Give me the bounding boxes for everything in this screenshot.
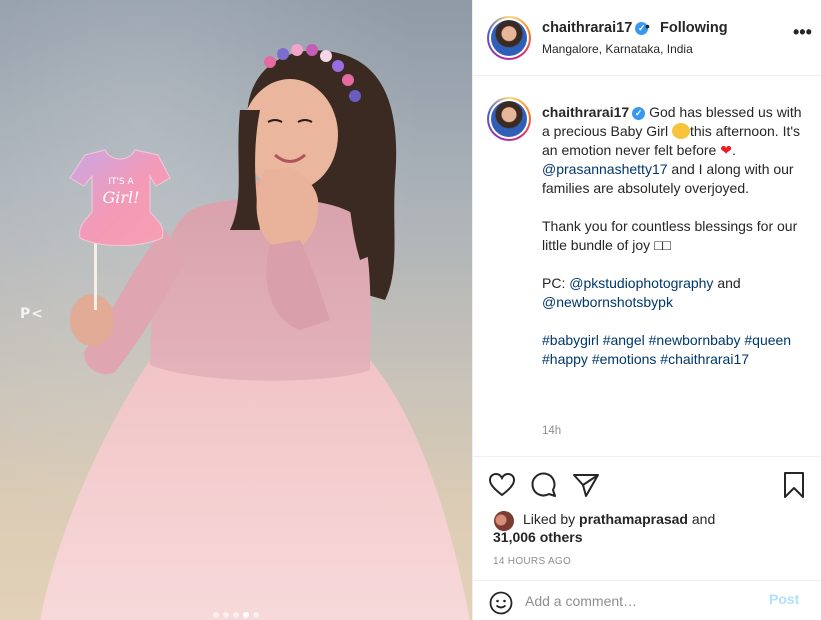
comment-bar: Post — [473, 580, 821, 620]
instagram-post: IT'S A Girl! P< chaithrarai17 ✓ • Followi… — [0, 0, 821, 620]
liked-by-label: Liked by — [523, 511, 576, 527]
liker-username-link[interactable]: prathamaprasad — [579, 511, 688, 527]
and-label: and — [691, 511, 716, 527]
post-photo[interactable]: IT'S A Girl! P< — [0, 0, 472, 620]
post-caption: chaithrarai17 ✓ God has blessed us with a… — [542, 103, 812, 369]
onesie-text-1: IT'S A — [108, 177, 134, 187]
post-comment-button[interactable]: Post — [769, 591, 799, 607]
profile-username-link[interactable]: chaithrarai17 ✓ — [542, 20, 649, 36]
bookmark-icon[interactable] — [779, 470, 809, 500]
hashtag-links[interactable]: #babygirl #angel #newbornbaby #queen #ha… — [542, 331, 812, 369]
carousel-dot — [223, 612, 229, 618]
caption-text: PC: — [542, 275, 566, 291]
speech-bubble-icon[interactable] — [529, 470, 559, 500]
carousel-dot — [253, 612, 259, 618]
others-count-link[interactable]: 31,006 others — [493, 529, 583, 545]
post-timestamp[interactable]: 14 HOURS AGO — [493, 556, 571, 567]
skirt-shape — [40, 360, 470, 620]
paper-plane-icon[interactable] — [571, 470, 601, 500]
mention-link[interactable]: @pkstudiophotography — [569, 275, 713, 291]
profile-avatar[interactable] — [487, 16, 531, 60]
left-hand — [70, 294, 114, 346]
action-bar — [473, 466, 821, 506]
more-options-icon[interactable]: ••• — [793, 23, 812, 41]
post-sidebar: chaithrarai17 ✓ • Following Mangalore, Ka… — [472, 0, 821, 620]
mention-link[interactable]: @prasannashetty17 — [542, 161, 668, 177]
verified-badge-icon: ✓ — [632, 107, 646, 120]
caption-age: 14h — [542, 425, 562, 437]
photographer-watermark: P< — [20, 306, 44, 322]
caption-text: and — [717, 275, 741, 291]
caption-avatar[interactable] — [487, 97, 531, 141]
comment-input[interactable] — [525, 590, 755, 612]
photo-illustration: IT'S A Girl! — [40, 44, 470, 620]
red-heart-icon: ❤ — [720, 142, 732, 158]
header-separator: • — [645, 18, 650, 34]
emoji-icon — [671, 123, 690, 139]
caption-text: Thank you for countless blessings for ou… — [542, 218, 798, 253]
location-link[interactable]: Mangalore, Karnataka, India — [542, 42, 693, 56]
carousel-dot — [213, 612, 219, 618]
heart-outline-icon[interactable] — [487, 470, 517, 500]
carousel-dots — [0, 612, 472, 620]
prop-stick — [94, 240, 97, 310]
following-button[interactable]: Following — [660, 20, 728, 36]
caption-punct: . — [731, 142, 736, 158]
like-count-line: 31,006 others — [493, 529, 583, 545]
mention-link[interactable]: @newbornshotsbypk — [542, 294, 673, 310]
post-header: chaithrarai17 ✓ • Following Mangalore, Ka… — [473, 0, 821, 76]
username-text[interactable]: chaithrarai17 — [542, 20, 632, 36]
onesie-text-2: Girl! — [102, 188, 139, 207]
emoji-picker-icon[interactable] — [489, 591, 513, 615]
carousel-dot — [233, 612, 239, 618]
liked-by-line: Liked by prathamaprasad and — [523, 511, 715, 527]
carousel-dot-active — [243, 612, 249, 618]
likes-summary: Liked by prathamaprasad and 31,006 other… — [493, 510, 813, 550]
caption-username[interactable]: chaithrarai17 — [542, 104, 629, 120]
comments-section: chaithrarai17 ✓ God has blessed us with a… — [473, 77, 821, 457]
